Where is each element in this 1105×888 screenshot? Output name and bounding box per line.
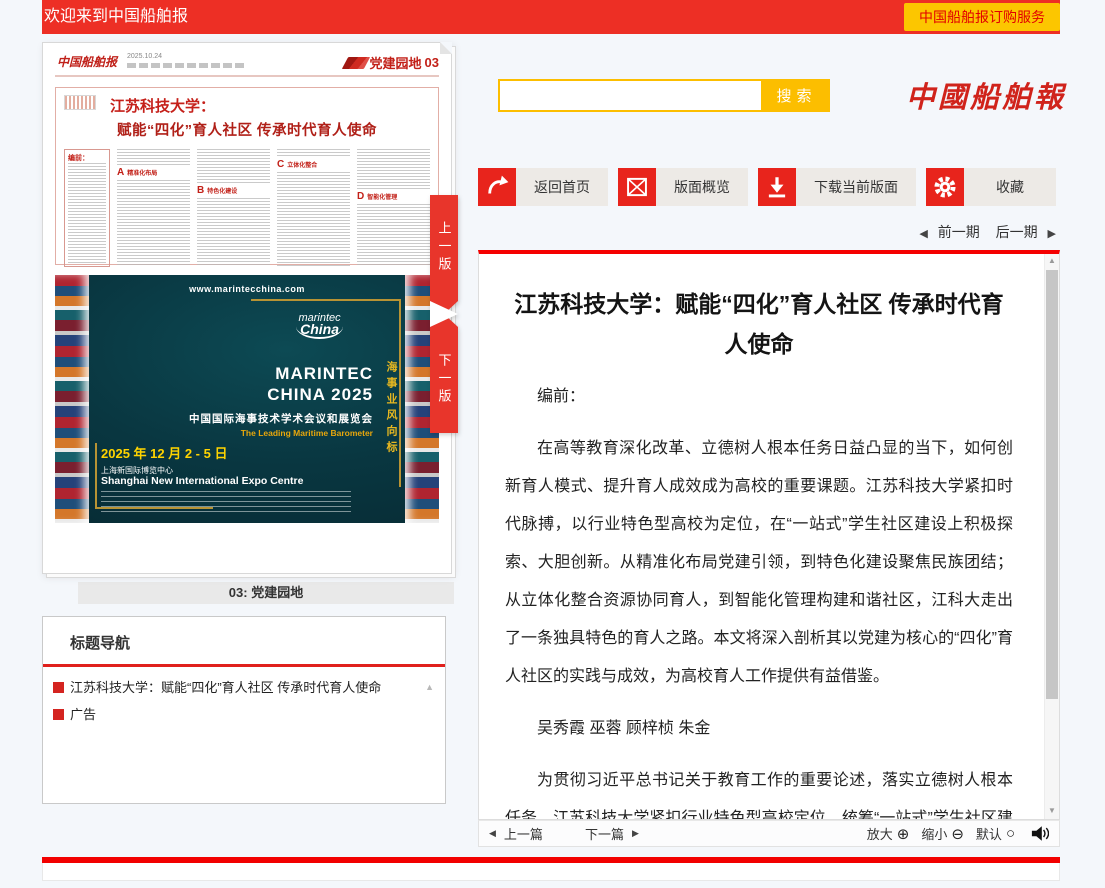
thumb-masthead-info-lines [127, 63, 247, 68]
favorite-button[interactable]: 收藏 [926, 168, 1056, 206]
welcome-text: 欢迎来到中国船舶报 [42, 8, 188, 25]
thumb-masthead-logo: 中国船舶报 [57, 53, 117, 70]
left-panel: 中国船舶报 2025.10.24 党建园地 03 江苏科技大学： 赋能“四化”育… [42, 42, 452, 847]
article-scrollbar[interactable]: ▲ ▼ [1044, 254, 1059, 819]
thumb-column: D 智能化管理 [357, 149, 430, 267]
layout-overview-icon [618, 168, 656, 206]
thumb-section-name: 党建园地 [370, 53, 422, 72]
subscribe-button[interactable]: 中国船舶报订购服务 [904, 3, 1060, 31]
search-button[interactable]: 搜索 [763, 79, 830, 112]
marintec-logo: marintec China [296, 313, 343, 339]
page-fold [440, 42, 452, 54]
zoom-reset-link[interactable]: 默认 [976, 824, 1002, 843]
search-input[interactable] [498, 79, 763, 112]
site-logo: 中國船舶報 [906, 74, 1066, 116]
article-paragraph: 编前： [505, 378, 1013, 416]
bottom-white-strip [42, 863, 1060, 881]
ad-url: www.marintecchina.com [55, 284, 439, 294]
thumb-intro-tag: 编前： [68, 153, 106, 163]
thumb-section-c: C 立体化整合 [277, 157, 350, 172]
ad-side-slogan: 海事业风向标 [383, 361, 399, 457]
scroll-up-icon[interactable]: ▲ [425, 682, 434, 692]
page-ribbon: 上一版 下一版 [430, 195, 458, 433]
thumb-section-d: D 智能化管理 [357, 189, 430, 204]
prev-article-arrow-icon: ◀ [489, 828, 496, 839]
download-icon [758, 168, 796, 206]
thumb-section-a: A 精准化布局 [117, 165, 190, 180]
zoom-reset-icon[interactable]: ○ [1006, 825, 1015, 842]
thumb-column: B 特色化建设 [197, 149, 270, 267]
ribbon-notch [430, 301, 458, 327]
thumb-headline-2: 赋能“四化”育人社区 传承时代育人使命 [64, 119, 430, 140]
top-bar: 欢迎来到中国船舶报 中国船舶报订购服务 [42, 0, 1060, 34]
thumb-fake-text [68, 163, 106, 263]
thumb-masthead: 中国船舶报 2025.10.24 党建园地 03 [55, 53, 439, 77]
toolbar: 返回首页 版面概览 下载当前版面 [478, 168, 1060, 206]
next-issue-link[interactable]: 后一期 [996, 224, 1038, 240]
article-paragraph: 在高等教育深化改革、立德树人根本任务日益凸显的当下，如何创新育人模式、提升育人成… [505, 430, 1013, 696]
article-paragraph: 为贯彻习近平总书记关于教育工作的重要论述，落实立德树人根本任务，江苏科技大学紧扣… [505, 762, 1013, 820]
next-page-tab[interactable]: 下一版 [430, 327, 458, 433]
next-issue-arrow-icon: ▶ [1048, 228, 1056, 240]
ad-organizers-text [101, 491, 351, 513]
nav-item-article[interactable]: 江苏科技大学：赋能“四化”育人社区 传承时代育人使命 [53, 680, 419, 696]
title-navigation-box: 标题导航 江苏科技大学：赋能“四化”育人社区 传承时代育人使命 广告 ▲ [42, 616, 446, 804]
search-row: 搜索 中國船舶報 [478, 78, 1060, 112]
home-button[interactable]: 返回首页 [478, 168, 608, 206]
right-panel: 搜索 中國船舶報 返回首页 版面概览 [478, 42, 1060, 847]
ad-tagline: The Leading Maritime Barometer [241, 428, 373, 438]
thumb-section-label: 党建园地 03 [345, 53, 439, 72]
zoom-in-icon[interactable]: ⊕ [897, 825, 910, 843]
zoom-out-icon[interactable]: ⊖ [951, 825, 964, 843]
red-bullet-icon [53, 709, 64, 720]
container-stack-left [55, 275, 89, 523]
ad-title: MARINTEC CHINA 2025 [267, 363, 373, 405]
next-article-link[interactable]: 下一篇 [585, 824, 624, 843]
page-container: 欢迎来到中国船舶报 中国船舶报订购服务 中国船舶报 2025.10.24 党建园… [42, 0, 1060, 881]
prev-page-tab[interactable]: 上一版 [430, 195, 458, 301]
zoom-out-link[interactable]: 缩小 [921, 824, 947, 843]
thumb-column: A 精准化布局 [117, 149, 190, 267]
marintec-ad[interactable]: www.marintecchina.com marintec China MAR… [55, 275, 439, 523]
ad-date: 2025 年 12 月 2 - 5 日 [101, 443, 227, 462]
article-content: 江苏科技大学：赋能“四化”育人社区 传承时代育人使命 编前： 在高等教育深化改革… [479, 254, 1059, 820]
thumb-column: C 立体化整合 [277, 149, 350, 267]
thumb-article-box: 江苏科技大学： 赋能“四化”育人社区 传承时代育人使命 编前： A 精准化布局 [55, 87, 439, 265]
flag-icon [341, 57, 369, 69]
gear-icon [926, 168, 964, 206]
scrollbar-thumb[interactable] [1046, 270, 1058, 699]
title-navigation-header: 标题导航 [43, 617, 445, 664]
zoom-in-link[interactable]: 放大 [867, 824, 893, 843]
next-article-arrow-icon: ▶ [632, 828, 639, 839]
red-bullet-icon [53, 682, 64, 693]
speaker-icon[interactable] [1031, 825, 1049, 842]
thumb-masthead-date: 2025.10.24 [127, 53, 162, 60]
download-page-button[interactable]: 下载当前版面 [758, 168, 916, 206]
scrollbar-down-icon[interactable]: ▼ [1045, 804, 1059, 818]
prev-article-link[interactable]: 上一篇 [504, 824, 543, 843]
thumb-section-b: B 特色化建设 [197, 183, 270, 198]
curved-arrow-icon [478, 168, 516, 206]
article-title: 江苏科技大学：赋能“四化”育人社区 传承时代育人使命 [511, 284, 1007, 364]
newspaper-thumbnail[interactable]: 中国船舶报 2025.10.24 党建园地 03 江苏科技大学： 赋能“四化”育… [42, 42, 452, 574]
reader-footer: ◀ 上一篇 下一篇 ▶ 放大 ⊕ 缩小 ⊖ 默认 ○ [478, 820, 1060, 847]
thumb-intro-box: 编前： [64, 149, 110, 267]
scrollbar-up-icon[interactable]: ▲ [1045, 254, 1059, 268]
nav-item-ad[interactable]: 广告 [53, 707, 419, 723]
title-navigation-list: 江苏科技大学：赋能“四化”育人社区 传承时代育人使命 广告 ▲ [43, 667, 445, 723]
issue-navigation: ◀ 前一期 后一期 ▶ [478, 222, 1060, 242]
thumb-column-brand-box [64, 95, 96, 110]
page-caption: 03: 党建园地 [78, 582, 454, 604]
article-paragraph: 吴秀霞 巫蓉 顾梓桢 朱金 [505, 710, 1013, 748]
article-reader: 江苏科技大学：赋能“四化”育人社区 传承时代育人使命 编前： 在高等教育深化改革… [478, 250, 1060, 820]
thumb-section-page: 03 [425, 55, 439, 70]
layout-overview-button[interactable]: 版面概览 [618, 168, 748, 206]
thumb-headline-1: 江苏科技大学： [110, 95, 430, 116]
prev-issue-arrow-icon: ◀ [919, 228, 927, 240]
thumb-text-columns: 编前： A 精准化布局 [64, 149, 430, 267]
ad-venue-en: Shanghai New International Expo Centre [101, 475, 303, 487]
ad-subtitle: 中国国际海事技术学术会议和展览会 [189, 411, 373, 426]
prev-issue-link[interactable]: 前一期 [938, 224, 980, 240]
